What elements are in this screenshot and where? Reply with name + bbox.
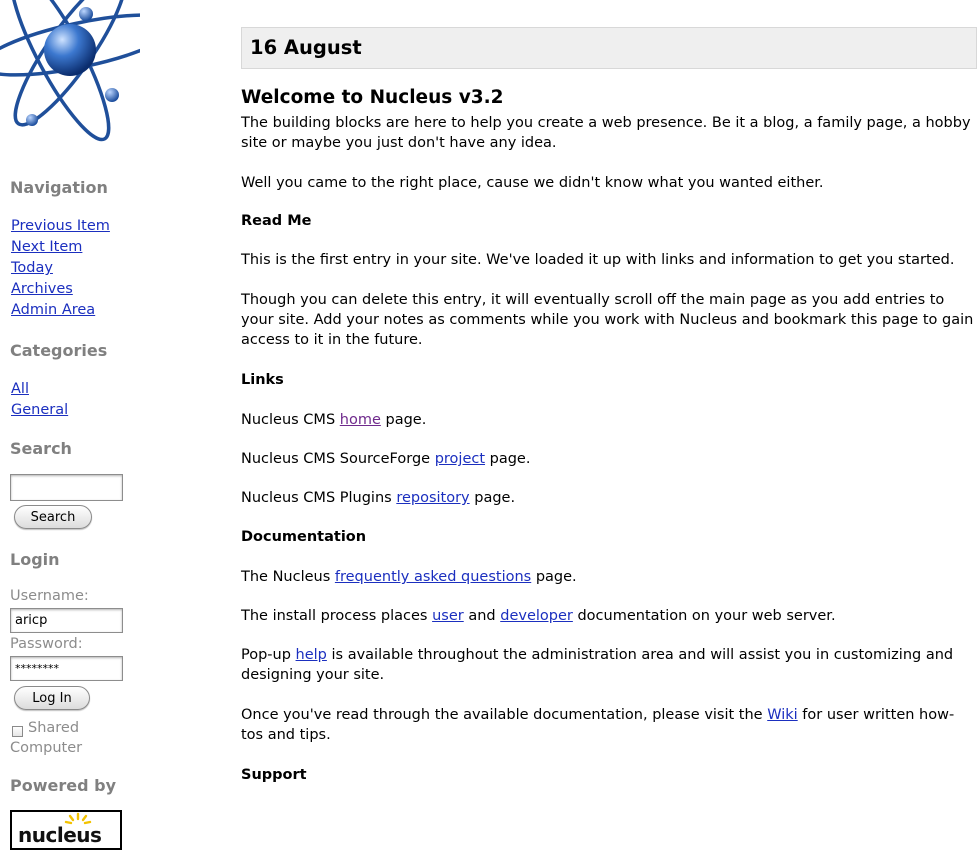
archives-link[interactable]: Archives <box>11 279 110 300</box>
support-heading: Support <box>241 767 307 783</box>
doc-wiki-paragraph: Once you've read through the available d… <box>241 707 955 743</box>
search-button[interactable]: Search <box>14 505 92 529</box>
password-label: Password: <box>10 636 83 652</box>
doc-help-paragraph: Pop-up help is available throughout the … <box>241 647 954 683</box>
nucleus-atom-logo <box>0 0 140 142</box>
wiki-link[interactable]: Wiki <box>767 707 797 723</box>
login-heading: Login <box>10 550 60 569</box>
faq-link[interactable]: frequently asked questions <box>335 569 531 585</box>
developer-docs-link[interactable]: developer <box>500 608 573 624</box>
links-heading: Links <box>241 372 284 388</box>
documentation-heading: Documentation <box>241 529 367 545</box>
username-input[interactable] <box>10 608 123 633</box>
date-header: 16 August <box>241 27 977 69</box>
blog-entry: Welcome to Nucleus v3.2 The building blo… <box>241 86 975 785</box>
intro-paragraph: The building blocks are here to help you… <box>241 115 971 151</box>
next-item-link[interactable]: Next Item <box>11 237 110 258</box>
category-links: All General <box>11 379 68 421</box>
powered-by-heading: Powered by <box>10 776 116 795</box>
shared-computer-label-2: Computer <box>10 740 83 756</box>
link-repository-paragraph: Nucleus CMS Plugins repository page. <box>241 490 516 506</box>
readme-paragraph-1: This is the first entry in your site. We… <box>241 252 955 268</box>
sidebar: Navigation Previous Item Next Item Today… <box>0 0 140 862</box>
nucleus-powered-logo[interactable]: nucleus <box>10 810 122 850</box>
project-link[interactable]: project <box>435 451 485 467</box>
entry-title: Welcome to Nucleus v3.2 <box>241 87 504 108</box>
readme-heading: Read Me <box>241 213 312 229</box>
help-link[interactable]: help <box>296 647 327 663</box>
password-input[interactable] <box>10 656 123 681</box>
link-home-paragraph: Nucleus CMS home page. <box>241 412 427 428</box>
doc-faq-paragraph: The Nucleus frequently asked questions p… <box>241 569 577 585</box>
repository-link[interactable]: repository <box>396 490 469 506</box>
navigation-links: Previous Item Next Item Today Archives A… <box>11 216 110 321</box>
doc-install-paragraph: The install process places user and deve… <box>241 608 836 624</box>
username-label: Username: <box>10 588 89 604</box>
link-project-paragraph: Nucleus CMS SourceForge project page. <box>241 451 531 467</box>
search-input[interactable] <box>10 474 123 501</box>
user-docs-link[interactable]: user <box>432 608 464 624</box>
category-all-link[interactable]: All <box>11 379 68 400</box>
readme-paragraph-2: Though you can delete this entry, it wil… <box>241 292 974 348</box>
shared-computer-label: Shared <box>28 720 80 736</box>
shared-computer-checkbox[interactable] <box>12 726 23 737</box>
today-link[interactable]: Today <box>11 258 110 279</box>
categories-heading: Categories <box>10 341 108 360</box>
intro-paragraph-2: Well you came to the right place, cause … <box>241 175 824 191</box>
navigation-heading: Navigation <box>10 178 108 197</box>
home-link[interactable]: home <box>340 412 381 428</box>
category-general-link[interactable]: General <box>11 400 68 421</box>
previous-item-link[interactable]: Previous Item <box>11 216 110 237</box>
nucleus-wordmark-text: nucleus <box>18 823 102 847</box>
main-content: 16 August Welcome to Nucleus v3.2 The bu… <box>231 0 977 862</box>
admin-area-link[interactable]: Admin Area <box>11 300 110 321</box>
search-heading: Search <box>10 439 72 458</box>
login-button[interactable]: Log In <box>14 686 90 710</box>
